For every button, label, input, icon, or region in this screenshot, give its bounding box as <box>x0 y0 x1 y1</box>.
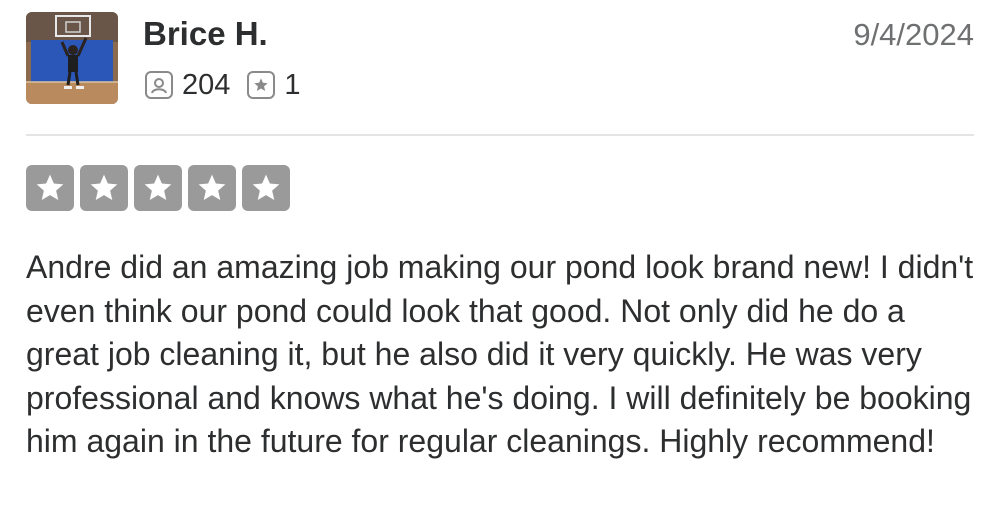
user-name[interactable]: Brice H. <box>143 12 268 56</box>
photo-count: 1 <box>284 69 301 101</box>
review-count: 204 <box>182 69 231 101</box>
user-review-icon <box>145 71 173 99</box>
avatar-photo <box>26 12 118 104</box>
star-icon <box>36 174 64 200</box>
star-2 <box>80 165 128 211</box>
star-4 <box>188 165 236 211</box>
divider <box>26 134 974 136</box>
star-icon <box>198 174 226 200</box>
review-date: 9/4/2024 <box>853 17 974 52</box>
star-icon <box>144 174 172 200</box>
star-rating <box>26 165 290 211</box>
avatar[interactable] <box>26 12 118 104</box>
star-1 <box>26 165 74 211</box>
review-card: Brice H. 204 1 9/4/2024 Andre did an ama… <box>0 0 1000 524</box>
star-badge-icon <box>247 71 276 99</box>
review-text: Andre did an amazing job making our pond… <box>26 249 974 460</box>
star-3 <box>134 165 182 211</box>
star-icon <box>90 174 118 200</box>
star-icon <box>252 174 280 200</box>
user-stats: 204 1 <box>145 66 318 104</box>
star-5 <box>242 165 290 211</box>
